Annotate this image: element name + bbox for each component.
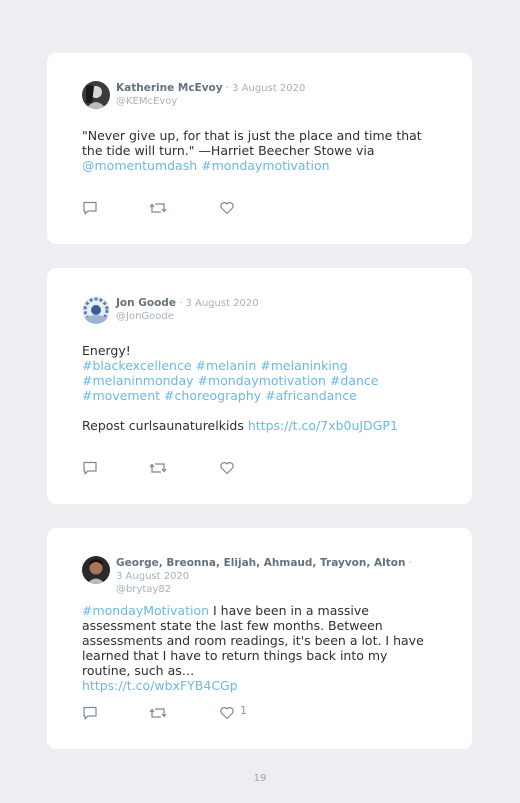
heart-icon[interactable] xyxy=(219,200,235,216)
reply-icon[interactable] xyxy=(82,705,98,721)
heart-icon[interactable]: 1 xyxy=(219,704,247,721)
tweet-date[interactable]: 3 August 2020 xyxy=(232,83,305,94)
tweet-date[interactable]: 3 August 2020 xyxy=(185,298,258,309)
page-number: 19 xyxy=(253,773,267,784)
author-name[interactable]: George, Breonna, Elijah, Ahmaud, Trayvon… xyxy=(116,557,405,569)
repost-link[interactable]: https://t.co/7xb0uJDGP1 xyxy=(248,418,398,433)
author-handle[interactable]: @JonGoode xyxy=(116,310,416,323)
avatar[interactable] xyxy=(82,296,110,324)
author-handle[interactable]: @KEMcEvoy xyxy=(116,95,416,108)
reply-icon[interactable] xyxy=(82,200,98,216)
reply-icon[interactable] xyxy=(82,460,98,476)
like-count: 1 xyxy=(240,704,247,717)
retweet-icon[interactable] xyxy=(149,460,167,476)
author-name[interactable]: Katherine McEvoy xyxy=(116,82,223,94)
repost-text: Repost curlsaunaturelkids xyxy=(82,418,248,433)
tweet-links[interactable]: @momentumdash #mondaymotivation xyxy=(82,158,330,173)
tweet-text: #mondayMotivation I have been in a massi… xyxy=(82,603,427,693)
tweet-link[interactable]: https://t.co/wbxFYB4CGp xyxy=(82,678,238,693)
lead-hashtag[interactable]: #mondayMotivation xyxy=(82,603,209,618)
date-separator: · xyxy=(405,558,412,569)
tweet-card: Jon Goode · 3 August 2020 @JonGoode Ener… xyxy=(47,268,472,504)
tweet-card: George, Breonna, Elijah, Ahmaud, Trayvon… xyxy=(47,528,472,749)
tweet-text: "Never give up, for that is just the pla… xyxy=(82,128,427,173)
avatar[interactable] xyxy=(82,81,110,109)
date-separator: · xyxy=(222,83,233,94)
tweet-line: Energy! xyxy=(82,343,131,358)
tweet-hashtags[interactable]: #blackexcellence #melanin #melaninking #… xyxy=(82,358,427,403)
retweet-icon[interactable] xyxy=(149,200,167,216)
tweet-date[interactable]: 3 August 2020 xyxy=(116,571,189,582)
avatar[interactable] xyxy=(82,556,110,584)
tweet-body: "Never give up, for that is just the pla… xyxy=(82,128,422,158)
retweet-icon[interactable] xyxy=(149,705,167,721)
author-name[interactable]: Jon Goode xyxy=(116,297,176,309)
tweet-text: Energy! #blackexcellence #melanin #melan… xyxy=(82,343,427,433)
heart-icon[interactable] xyxy=(219,460,235,476)
tweet-card: Katherine McEvoy · 3 August 2020 @KEMcEv… xyxy=(47,53,472,244)
author-handle[interactable]: @brytay82 xyxy=(116,583,416,596)
